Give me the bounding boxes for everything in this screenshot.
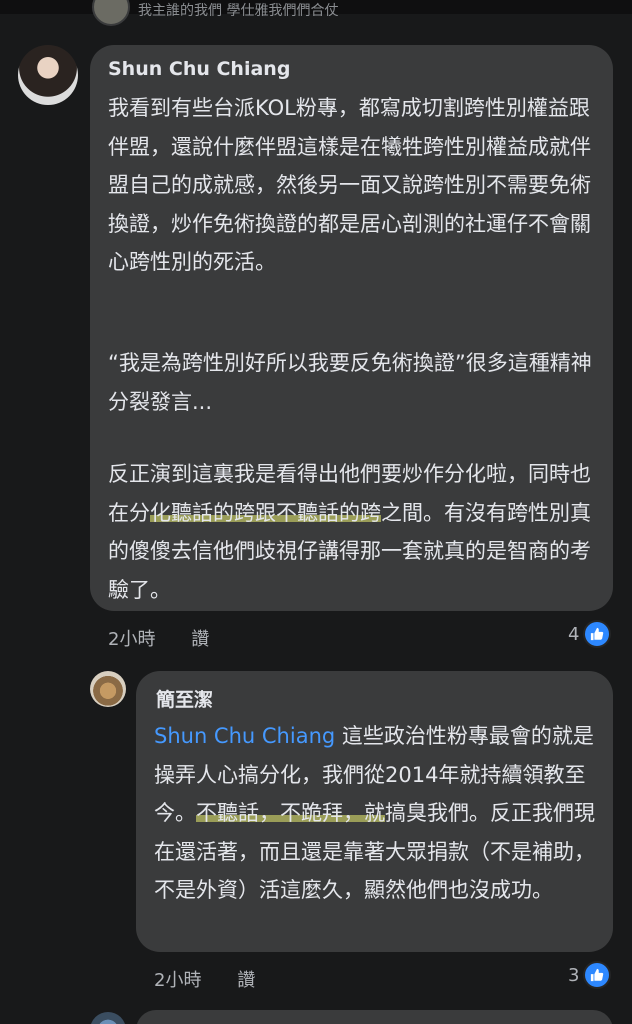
reply-meta: 2小時 讚 [154, 966, 255, 992]
comment-reactions[interactable]: 4 [568, 620, 612, 648]
next-reply-avatar[interactable] [90, 1012, 126, 1024]
comment-meta: 2小時 讚 [108, 625, 209, 651]
comment-timestamp[interactable]: 2小時 [108, 629, 155, 650]
comment-author-avatar[interactable] [18, 45, 78, 105]
mention-link[interactable]: Shun Chu Chiang [154, 724, 335, 748]
reply-author-avatar[interactable] [90, 671, 126, 707]
comment-like-button[interactable]: 讚 [191, 629, 209, 650]
reply-reactions[interactable]: 3 [568, 961, 612, 989]
comment-reaction-count: 4 [568, 623, 580, 645]
reply-like-button[interactable]: 讚 [237, 970, 255, 991]
thumbs-up-icon [583, 620, 612, 648]
thumbs-up-icon [583, 961, 612, 989]
comment-author-name[interactable]: Shun Chu Chiang [108, 58, 290, 80]
highlighted-text: 不聽話，不跪拜，就 [196, 801, 385, 825]
reply-text: Shun Chu Chiang 這些政治性粉專最會的就是操弄人心搞分化，我們從2… [154, 717, 598, 910]
previous-reply-text: 我主誰的我們 學仕雅我們們合仗 [138, 3, 339, 16]
comment-paragraph-3: 反正演到這裏我是看得出他們要炒作分化啦，同時也在分化聽話的跨跟不聽話的跨之間。有… [108, 455, 598, 609]
highlighted-text: 化聽話的跨跟不聽話的跨 [150, 500, 381, 525]
next-reply-bubble [136, 1010, 613, 1024]
reply-author-name[interactable]: 簡至潔 [156, 685, 213, 712]
reply-reaction-count: 3 [568, 964, 580, 986]
reply-timestamp[interactable]: 2小時 [154, 970, 201, 991]
comment-thread: 我主誰的我們 學仕雅我們們合仗 Shun Chu Chiang 我看到有些台派K… [0, 0, 632, 1024]
comment-paragraph-1: 我看到有些台派KOL粉專，都寫成切割跨性別權益跟伴盟，還說什麼伴盟這樣是在犧牲跨… [108, 96, 591, 274]
comment-paragraph-2: “我是為跨性別好所以我要反免術換證”很多這種精神分裂發言... [108, 351, 592, 414]
previous-reply-avatar[interactable] [92, 0, 130, 26]
